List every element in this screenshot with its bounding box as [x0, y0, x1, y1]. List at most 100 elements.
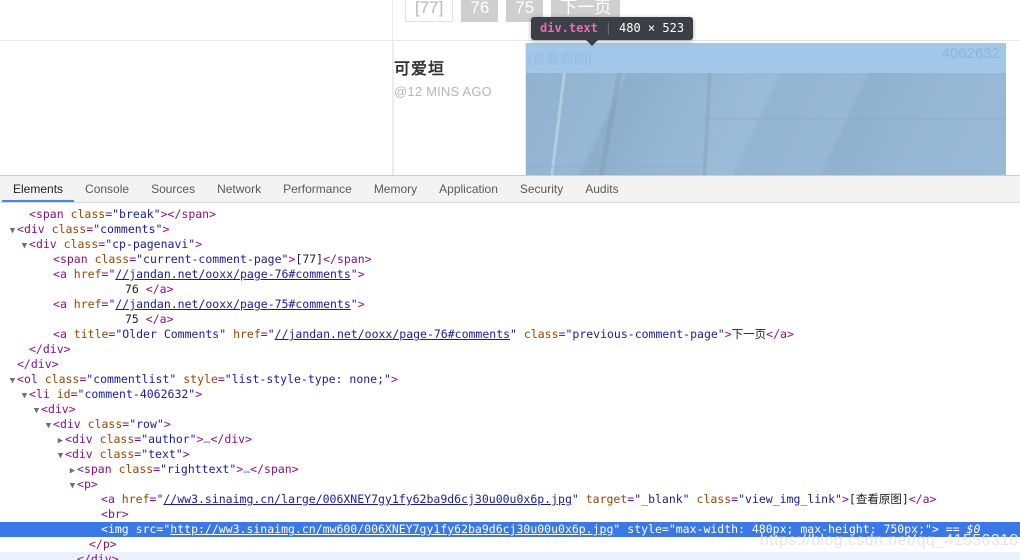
code-token-lnk[interactable]: //jandan.net/ooxx/page-76#comments [115, 267, 350, 281]
code-token-val: "righttext" [160, 462, 237, 476]
code-token-pnc: < [29, 237, 36, 251]
code-token-pnc: > [51, 357, 59, 371]
pagination-current-page[interactable]: [77] [405, 0, 454, 22]
code-token-pnc: > [841, 492, 849, 506]
code-token-val: "max-width: 480px; max-height: 750px;" [668, 522, 932, 536]
dom-node-row[interactable]: ▶ <span class="righttext">…</span> [0, 462, 1020, 477]
code-token-pnc: > [63, 342, 71, 356]
dom-node-row[interactable]: ▼ <div class="row"> [0, 417, 1020, 432]
code-token-tag: a [780, 327, 787, 341]
inspector-tooltip-separator: | [604, 21, 613, 35]
code-token-tag: span [35, 207, 64, 221]
dom-node-row[interactable]: <a href="//jandan.net/ooxx/page-75#comme… [0, 297, 1020, 312]
code-token-pnc: < [101, 522, 108, 536]
dom-node-row[interactable]: 75 </a> [0, 312, 1020, 327]
code-token-pnc: < [41, 402, 48, 416]
code-token-pnc: </ [323, 252, 337, 266]
code-token-val: "view_img_link" [738, 492, 842, 506]
dom-node-row[interactable]: </div> [0, 552, 1020, 560]
code-token-val: "list-style-type: none;" [224, 372, 391, 386]
code-token-pnc: = [661, 522, 669, 536]
devtools-panel: Elements Console Sources Network Performance… [0, 175, 1020, 560]
devtools-tab-console[interactable]: Console [74, 176, 140, 202]
dom-node-row[interactable]: 76 </a> [0, 282, 1020, 297]
code-token-pnc: < [101, 507, 108, 521]
dom-node-row[interactable]: </div> [0, 357, 1020, 372]
pagination-page-76[interactable]: 76 [461, 0, 499, 22]
dom-node-row[interactable]: <span class="current-comment-page">[77]<… [0, 252, 1020, 267]
devtools-tab-sources[interactable]: Sources [140, 176, 206, 202]
dom-node-row[interactable]: ▼ <ol class="commentlist" style="list-sty… [0, 372, 1020, 387]
code-token-lnk[interactable]: //jandan.net/ooxx/page-76#comments [275, 327, 510, 341]
photo-seam [526, 166, 706, 168]
code-token-pnc: > [364, 252, 372, 266]
code-token-lnk[interactable]: //jandan.net/ooxx/page-75#comments [115, 297, 350, 311]
code-token-pnc: > [68, 402, 76, 416]
code-token-pnc: < [53, 417, 60, 431]
code-token-pnc: > [390, 372, 398, 386]
dom-node-row[interactable]: ▼ <div class="text"> [0, 447, 1020, 462]
screenshot-root: [77] 76 75 下一页 可爱垣 @12 MINS AGO 4062632 … [0, 0, 1020, 560]
code-token-pnc: > [166, 312, 174, 326]
devtools-tab-elements[interactable]: Elements [2, 176, 75, 202]
devtools-tab-application[interactable]: Application [428, 176, 509, 202]
code-token-pnc: < [53, 297, 60, 311]
photo-seam [700, 73, 712, 175]
dom-node-row[interactable]: ▼ <div class="comments"> [0, 222, 1020, 237]
code-token-pnc: < [53, 327, 60, 341]
code-token-attr: class [92, 432, 135, 446]
devtools-tab-security[interactable]: Security [509, 176, 574, 202]
code-token-pnc: < [29, 387, 36, 401]
code-token-lnk[interactable]: http://ww3.sinaimg.cn/mw600/006XNEY7gy1f… [170, 522, 613, 536]
dom-node-row[interactable]: </p> [0, 537, 1020, 552]
code-token-tag: li [35, 387, 50, 401]
code-token-val: "row" [129, 417, 164, 431]
code-token-lnk[interactable]: //ww3.sinaimg.cn/large/006XNEY7gy1fy62ba… [163, 492, 572, 506]
code-token-pnc: < [65, 432, 72, 446]
code-token-attr: class [92, 447, 135, 461]
code-token-pnc: < [29, 207, 36, 221]
code-token-pnc: > [786, 327, 794, 341]
code-token-tag: a [159, 282, 167, 296]
code-token-pnc: > [160, 207, 168, 221]
code-token-pnc: > [357, 297, 365, 311]
dom-node-row[interactable]: ▼ <p> [0, 477, 1020, 492]
code-token-tag: div [224, 432, 246, 446]
dom-tree-view[interactable]: <span class="break"></span> ▼ <div class="… [0, 203, 1020, 560]
dom-node-row[interactable]: ▼ <div class="cp-pagenavi"> [0, 237, 1020, 252]
code-token-tag: div [71, 447, 93, 461]
code-token-pnc: > [724, 327, 732, 341]
code-token-pnc: > [931, 522, 939, 536]
code-token-pnc: > [929, 492, 937, 506]
code-token-pnc: > [357, 267, 365, 281]
code-token-tag: div [47, 402, 69, 416]
view-original-image-link[interactable]: [查看原图] [526, 43, 1006, 69]
dom-node-row[interactable]: ▼ <li id="comment-4062632"> [0, 387, 1020, 402]
devtools-tab-network[interactable]: Network [206, 176, 272, 202]
dom-node-row[interactable]: <span class="break"></span> [0, 207, 1020, 222]
code-token-tag: span [264, 462, 292, 476]
code-token-txt: 下一页 [731, 327, 767, 341]
dom-node-row[interactable]: <a href="//ww3.sinaimg.cn/large/006XNEY7… [0, 492, 1020, 507]
dom-node-row[interactable]: </div> [0, 342, 1020, 357]
dom-node-row[interactable]: <br> [0, 507, 1020, 522]
code-token-pnc: < [17, 372, 24, 386]
code-token-attr: class [63, 207, 106, 221]
dom-node-selected[interactable]: <img src="http://ww3.sinaimg.cn/mw600/00… [0, 522, 1020, 537]
comment-timestamp: @12 MINS AGO [394, 84, 492, 99]
devtools-tab-audits[interactable]: Audits [574, 176, 629, 202]
devtools-tab-performance[interactable]: Performance [272, 176, 363, 202]
code-token-val: "comment-4062632" [77, 387, 196, 401]
code-token-tag: br [107, 507, 122, 521]
dom-node-row[interactable]: <a href="//jandan.net/ooxx/page-76#comme… [0, 267, 1020, 282]
code-token-pnc: </ [89, 537, 103, 551]
dom-node-row[interactable]: ▶ <div class="author">…</div> [0, 432, 1020, 447]
code-token-pnc: </ [145, 282, 160, 296]
code-token-attr: class [80, 417, 123, 431]
devtools-tab-memory[interactable]: Memory [363, 176, 428, 202]
dom-node-row[interactable]: <a title="Older Comments" href="//jandan… [0, 327, 1020, 342]
code-token-val: "previous-comment-page" [565, 327, 725, 341]
code-token-txt: 76 [125, 282, 139, 296]
dom-node-row[interactable]: ▼ <div> [0, 402, 1020, 417]
code-token-val: " [350, 297, 358, 311]
